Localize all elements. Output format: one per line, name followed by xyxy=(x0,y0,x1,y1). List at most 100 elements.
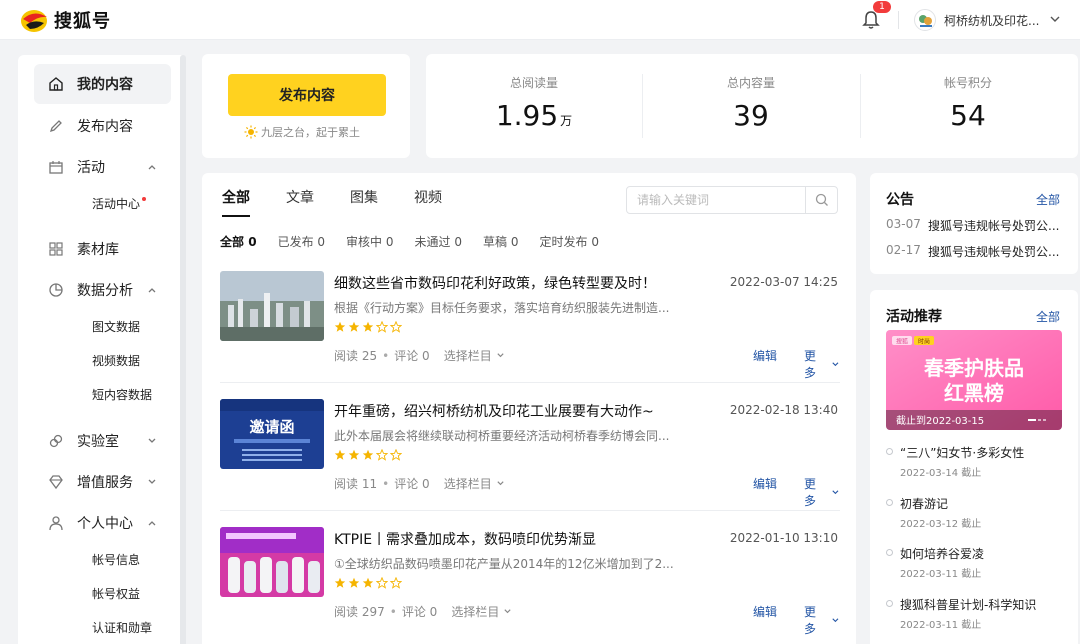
filter-published[interactable]: 已发布 0 xyxy=(278,233,325,250)
sidebar-sub-video-data[interactable]: 视频数据 xyxy=(92,351,140,371)
stat-total-content: 总内容量 39 xyxy=(651,74,851,132)
rating-stars xyxy=(334,449,404,461)
tab-albums[interactable]: 图集 xyxy=(350,187,378,217)
stat-account-points: 帐号积分 54 xyxy=(868,74,1068,132)
article-title[interactable]: 开年重磅，绍兴柯桥纺机及印花工业展要有大动作~ xyxy=(334,401,724,421)
activity-item-date: 2022-03-11 截止 xyxy=(900,620,982,631)
publish-button[interactable]: 发布内容 xyxy=(228,74,386,116)
account-name[interactable]: 柯桥纺机及印花... xyxy=(944,12,1042,29)
sidebar-item-my-content[interactable]: 我的内容 xyxy=(34,64,171,104)
star-empty-icon xyxy=(390,577,402,589)
slogan-text: 九层之台，起于累土 xyxy=(261,126,360,139)
bullet-icon xyxy=(886,448,893,455)
sidebar-sub-activity-center[interactable]: 活动中心 xyxy=(92,194,147,214)
sohu-logo[interactable]: 搜狐号 xyxy=(20,7,111,33)
star-empty-icon xyxy=(376,577,388,589)
activity-all-link[interactable]: 全部 xyxy=(1036,308,1060,325)
sidebar-scrollbar[interactable] xyxy=(180,55,186,644)
svg-text:搜狐: 搜狐 xyxy=(896,338,908,346)
filter-scheduled[interactable]: 定时发布 0 xyxy=(540,233,599,250)
article-title[interactable]: 细数这些省市数码印花利好政策，绿色转型要及时！ xyxy=(334,273,724,293)
logo-text: 搜狐号 xyxy=(54,11,111,32)
edit-link[interactable]: 编辑 xyxy=(753,347,777,364)
pie-chart-icon xyxy=(49,283,63,297)
publish-card: 发布内容 九层之台，起于累土 xyxy=(202,54,410,158)
chevron-up-icon xyxy=(148,165,156,170)
sidebar-sub-text-data[interactable]: 图文数据 xyxy=(92,317,140,337)
more-menu[interactable]: 更多 xyxy=(804,603,840,637)
column-select[interactable]: 选择栏目 xyxy=(444,475,505,492)
article-time: 2022-02-18 13:40 xyxy=(729,403,838,417)
star-empty-icon xyxy=(376,449,388,461)
sidebar-sub-short-data[interactable]: 短内容数据 xyxy=(92,385,152,405)
filter-reviewing[interactable]: 审核中 0 xyxy=(346,233,393,250)
sidebar-item-publish[interactable]: 发布内容 xyxy=(34,106,171,146)
sidebar-item-value-added[interactable]: 增值服务 xyxy=(34,462,171,502)
more-menu[interactable]: 更多 xyxy=(804,475,840,509)
search-input[interactable] xyxy=(637,193,797,207)
chevron-up-icon xyxy=(148,521,156,526)
column-select[interactable]: 选择栏目 xyxy=(444,347,505,364)
article-title[interactable]: KTPIE丨需求叠加成本，数码喷印优势渐显 xyxy=(334,529,724,549)
bell-icon[interactable] xyxy=(862,10,880,30)
notice-all-link[interactable]: 全部 xyxy=(1036,191,1060,208)
new-dot xyxy=(142,197,147,201)
sidebar-item-materials[interactable]: 素材库 xyxy=(34,229,171,269)
chevron-down-icon xyxy=(148,438,156,443)
star-filled-icon xyxy=(348,321,360,332)
article-thumbnail[interactable]: 邀请函 xyxy=(220,399,324,469)
sidebar-item-analytics[interactable]: 数据分析 xyxy=(34,270,171,310)
sidebar-item-label: 增值服务 xyxy=(77,475,133,491)
banner-image: 搜狐 时尚 春季护肤品 红黑榜 截止到2022-03-15 xyxy=(886,330,1062,430)
rating-stars xyxy=(334,577,404,589)
sidebar-item-label: 我的内容 xyxy=(77,77,133,93)
grid-icon xyxy=(49,242,63,256)
svg-text:红黑榜: 红黑榜 xyxy=(944,381,1004,405)
avatar[interactable] xyxy=(914,9,936,31)
sidebar-item-activity[interactable]: 活动 xyxy=(34,147,171,187)
column-select[interactable]: 选择栏目 xyxy=(451,603,512,620)
tab-all[interactable]: 全部 xyxy=(222,187,250,217)
search-button[interactable] xyxy=(805,187,837,213)
notice-item[interactable]: 03-07 搜狐号违规帐号处罚公... xyxy=(886,217,1066,234)
sidebar-item-lab[interactable]: 实验室 xyxy=(34,421,171,461)
bullet-icon xyxy=(886,499,893,506)
notice-date: 03-07 xyxy=(886,217,921,231)
article-meta: 阅读 25 • 评论 0 选择栏目 xyxy=(334,347,505,364)
filter-all[interactable]: 全部 0 xyxy=(220,233,257,250)
sohu-fox-icon xyxy=(21,10,47,32)
star-filled-icon xyxy=(334,449,346,460)
sub-item-label: 活动中心 xyxy=(92,197,141,211)
article-meta: 阅读 11 • 评论 0 选择栏目 xyxy=(334,475,505,492)
chevron-down-icon xyxy=(832,361,839,366)
activity-banner[interactable]: 搜狐 时尚 春季护肤品 红黑榜 截止到2022-03-15 xyxy=(886,330,1062,430)
tab-articles[interactable]: 文章 xyxy=(286,187,314,217)
rating-stars xyxy=(334,321,404,333)
notice-title: 公告 xyxy=(886,192,914,208)
more-menu[interactable]: 更多 xyxy=(804,347,840,381)
sidebar-sub-account-info[interactable]: 帐号信息 xyxy=(92,550,140,570)
sidebar-item-personal[interactable]: 个人中心 xyxy=(34,503,171,543)
edit-link[interactable]: 编辑 xyxy=(753,603,777,620)
notice-text: 搜狐号违规帐号处罚公... xyxy=(928,245,1060,259)
sidebar-item-label: 实验室 xyxy=(77,434,119,450)
stat-label: 总阅读量 xyxy=(509,76,558,90)
notice-item[interactable]: 02-17 搜狐号违规帐号处罚公... xyxy=(886,243,1066,260)
sidebar-sub-account-rights[interactable]: 帐号权益 xyxy=(92,584,140,604)
article-thumbnail[interactable] xyxy=(220,271,324,341)
tab-videos[interactable]: 视频 xyxy=(414,187,442,217)
filter-drafts[interactable]: 草稿 0 xyxy=(483,233,518,250)
star-filled-icon xyxy=(334,577,346,588)
invitation-image: 邀请函 xyxy=(220,399,324,469)
status-filters: 全部 0 已发布 0 审核中 0 未通过 0 草稿 0 定时发布 0 xyxy=(220,233,620,250)
svg-text:截止到2022-03-15: 截止到2022-03-15 xyxy=(896,414,984,427)
edit-link[interactable]: 编辑 xyxy=(753,475,777,492)
activity-card: 活动推荐 全部 搜狐 时尚 春季护肤品 红黑榜 截止到2022-03-15 “三… xyxy=(870,290,1078,644)
article-thumbnail[interactable] xyxy=(220,527,324,597)
sidebar-item-label: 活动 xyxy=(77,160,105,176)
chevron-down-icon[interactable] xyxy=(1049,13,1061,25)
sidebar-sub-cert[interactable]: 认证和勋章 xyxy=(92,618,152,638)
slogan: 九层之台，起于累土 xyxy=(244,124,360,140)
sidebar-item-label: 数据分析 xyxy=(77,283,133,299)
filter-rejected[interactable]: 未通过 0 xyxy=(415,233,462,250)
